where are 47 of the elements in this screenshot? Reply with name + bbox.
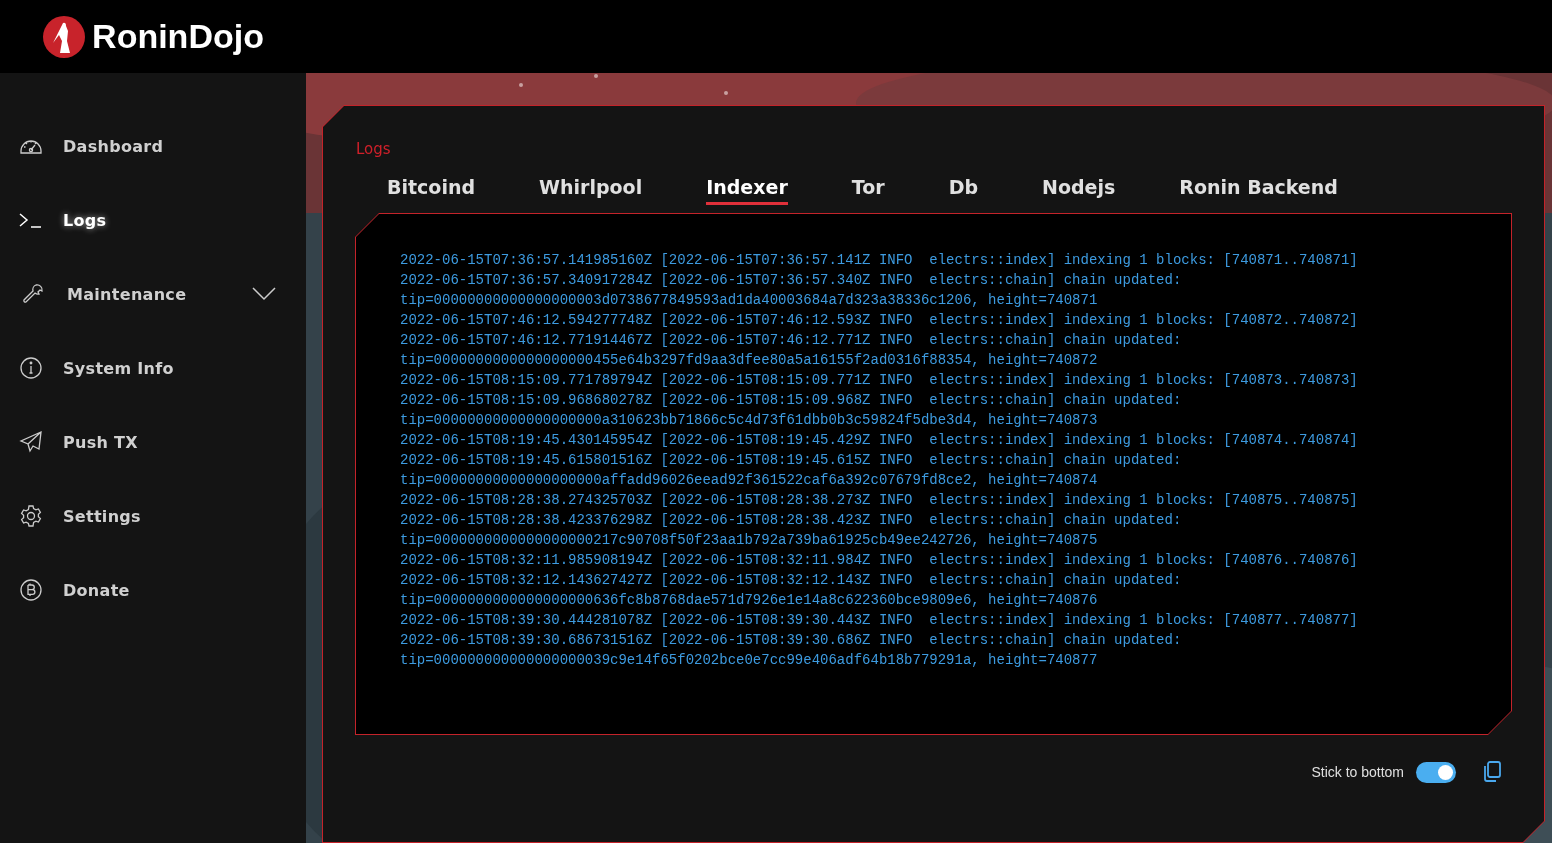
log-line: tip=00000000000000000000affadd96026eead92f361522caf6a392c07679fd8ce2, height=740874 [400,471,1098,490]
brand-name: RoninDojo [92,17,264,56]
copy-icon[interactable] [1482,761,1502,783]
wrench-icon [22,282,46,306]
log-line: 2022-06-15T07:46:12.771914467Z [2022-06-15T07:46:12.771Z INFO electrs::chain] chain updated: [400,331,1182,350]
sidebar-item[interactable]: System Info [0,331,306,405]
page-title: Logs [356,140,392,158]
bitcoin-icon [19,578,43,602]
log-line: 2022-06-15T08:15:09.968680278Z [2022-06-15T08:15:09.968Z INFO electrs::chain] chain updated: [400,391,1182,410]
log-line: 2022-06-15T07:36:57.141985160Z [2022-06-15T07:36:57.141Z INFO electrs::index] indexing 1 blocks: [740871..740871] [400,251,1358,270]
sidebar-item[interactable]: Push TX [0,405,306,479]
settings-icon [19,504,43,528]
log-line: tip=0000000000000000000217c90708f50f23aa1b792a739ba61925cb49ee242726, height=740875 [400,531,1098,550]
sidebar-item[interactable]: Logs [0,183,306,257]
log-tab[interactable]: Tor [851,176,885,205]
log-line: tip=000000000000000000039c9e14f65f0202bce0e7cc99e406adf64b18b779291a, height=740877 [400,651,1098,670]
log-line: 2022-06-15T08:28:38.274325703Z [2022-06-15T08:28:38.273Z INFO electrs::index] indexing 1 blocks: [740875..740875] [400,491,1358,510]
log-tab[interactable]: Whirlpool [539,176,643,205]
stick-to-bottom-label: Stick to bottom [1311,764,1404,780]
logo-icon [42,14,87,59]
log-line: 2022-06-15T08:15:09.771789794Z [2022-06-15T08:15:09.771Z INFO electrs::index] indexing 1 blocks: [740873..740873] [400,371,1358,390]
log-tab[interactable]: Nodejs [1042,176,1116,205]
log-tab[interactable]: Indexer [706,176,788,205]
log-line: tip=00000000000000000003d0738677849593ad1da40003684a7d323a38336c1206, height=740871 [400,291,1098,310]
log-line: tip=00000000000000000000a310623bb71866c5c4d73f61dbb0b3c59824f5dbe3d4, height=740873 [400,411,1098,430]
log-line: 2022-06-15T07:36:57.340917284Z [2022-06-15T07:36:57.340Z INFO electrs::chain] chain updated: [400,271,1182,290]
sidebar-item[interactable]: Settings [0,479,306,553]
log-tab[interactable]: Bitcoind [387,176,476,205]
chevron-icon [252,287,276,301]
log-line: 2022-06-15T08:32:11.985908194Z [2022-06-15T08:32:11.984Z INFO electrs::index] indexing 1 blocks: [740876..740876] [400,551,1358,570]
info-icon [19,356,43,380]
sidebar-item[interactable]: Maintenance [0,257,306,331]
log-line: 2022-06-15T08:28:38.423376298Z [2022-06-15T08:28:38.423Z INFO electrs::chain] chain updated: [400,511,1182,530]
log-tab[interactable]: Ronin Backend [1179,176,1338,205]
log-line: tip=0000000000000000000455e64b3297fd9aa3dfee80a5a16155f2ad0316f88354, height=740872 [400,351,1098,370]
log-line: 2022-06-15T07:46:12.594277748Z [2022-06-15T07:46:12.593Z INFO electrs::index] indexing 1 blocks: [740872..740872] [400,311,1358,330]
log-tab[interactable]: Db [948,176,978,205]
toggle-switch[interactable] [1416,761,1456,783]
paper-plane-icon [19,430,43,454]
sidebar-item[interactable]: Dashboard [0,109,306,183]
log-line: 2022-06-15T08:39:30.444281078Z [2022-06-15T08:39:30.443Z INFO electrs::index] indexing 1 blocks: [740877..740877] [400,611,1358,630]
sidebar-item[interactable]: Donate [0,553,306,627]
log-line: 2022-06-15T08:19:45.430145954Z [2022-06-15T08:19:45.429Z INFO electrs::index] indexing 1 blocks: [740874..740874] [400,431,1358,450]
log-line: tip=0000000000000000000636fc8b8768dae571d7926e1e14a8c622360bce9809e6, height=740876 [400,591,1098,610]
log-line: 2022-06-15T08:19:45.615801516Z [2022-06-15T08:19:45.615Z INFO electrs::chain] chain updated: [400,451,1182,470]
log-line: 2022-06-15T08:39:30.686731516Z [2022-06-15T08:39:30.686Z INFO electrs::chain] chain updated: [400,631,1182,650]
log-line: 2022-06-15T08:32:12.143627427Z [2022-06-15T08:32:12.143Z INFO electrs::chain] chain updated: [400,571,1182,590]
